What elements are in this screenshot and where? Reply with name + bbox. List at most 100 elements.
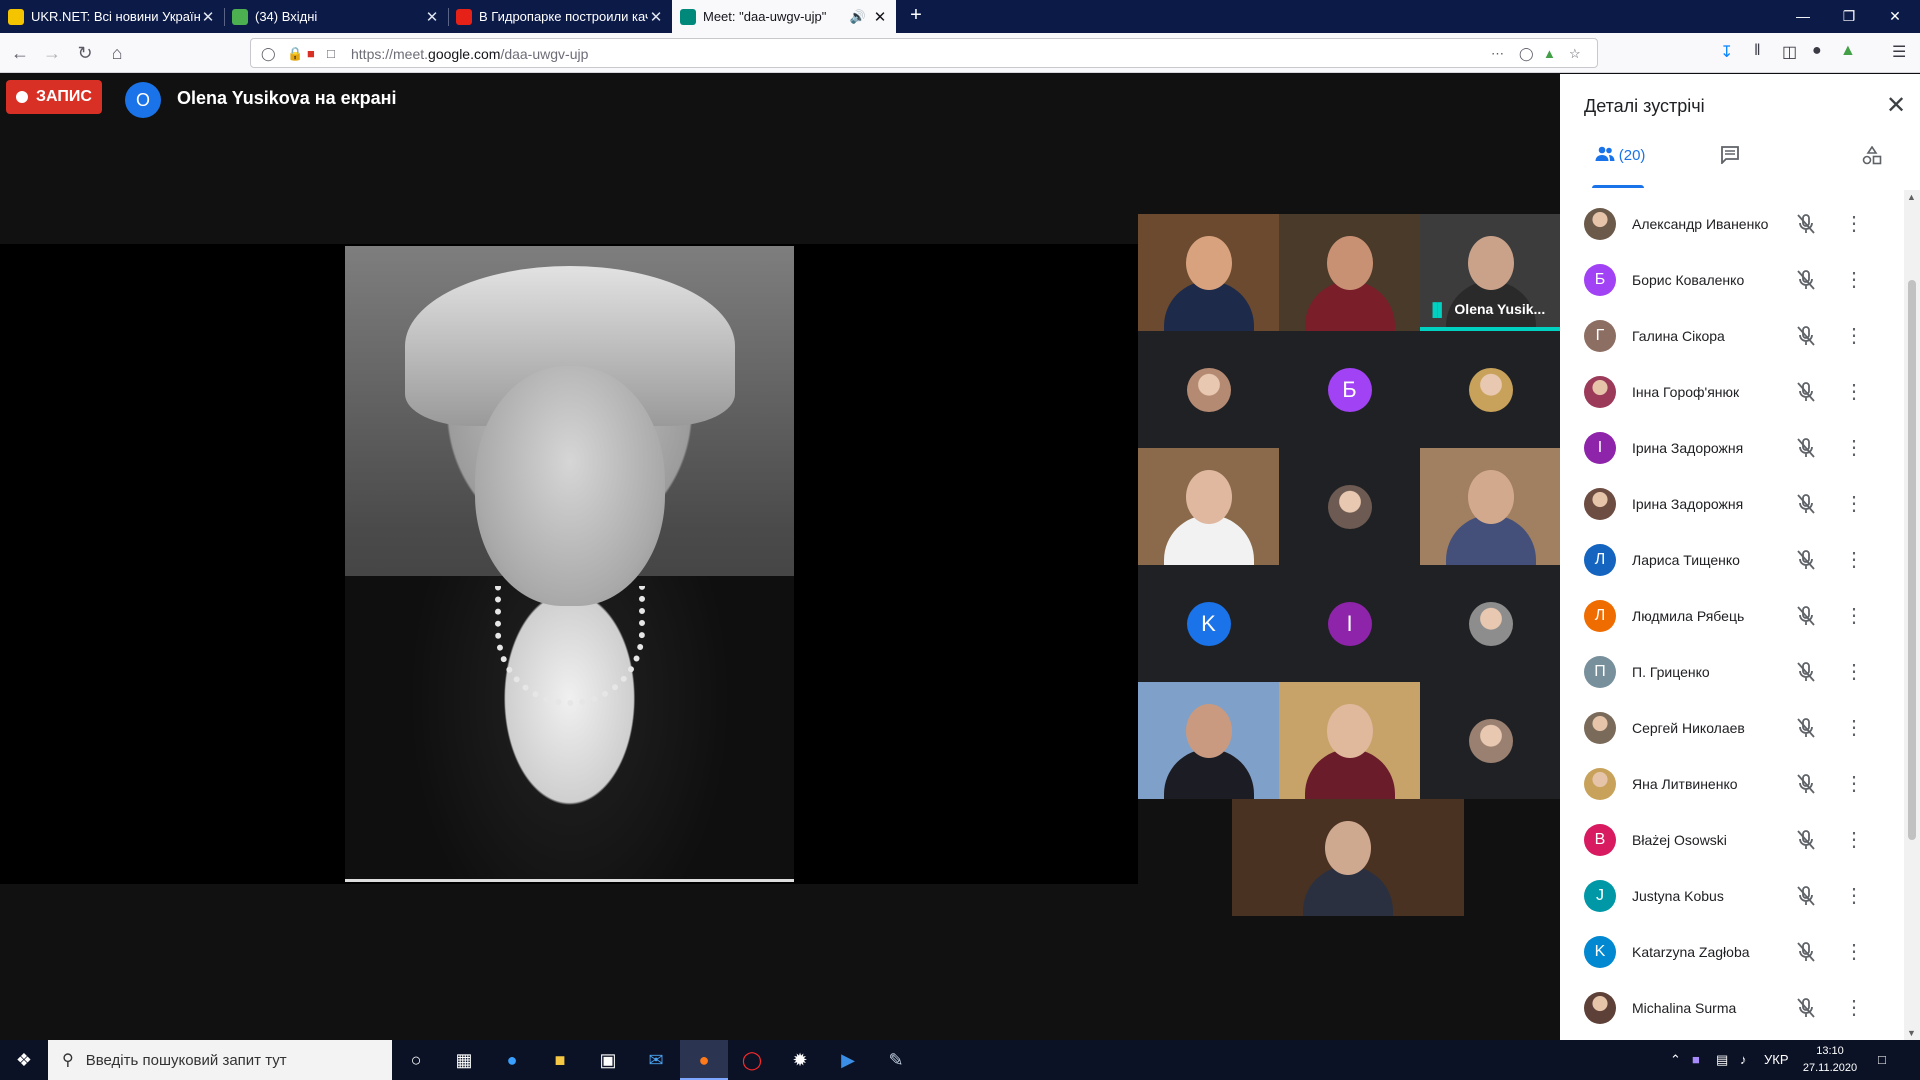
more-options-icon[interactable]: ⋮ [1842,996,1866,1020]
shield-icon[interactable]: ◯ [261,46,276,62]
participant-tile[interactable] [1420,682,1561,799]
participant-tile[interactable] [1138,214,1279,331]
mic-off-icon[interactable] [1794,380,1818,404]
close-panel-icon[interactable]: ✕ [1880,90,1912,122]
tab-audio-icon[interactable]: 🔊 [850,9,866,25]
more-options-icon[interactable]: ⋮ [1842,268,1866,292]
participant-tile[interactable] [1420,565,1561,682]
screen-share-permission-icon[interactable]: □ [327,46,335,61]
participant-row[interactable]: Л Лариса Тищенко ⋮ [1560,532,1904,588]
lock-icon[interactable]: 🔒 [287,46,303,62]
extension-icon[interactable]: ▲ [1840,42,1856,60]
store-icon[interactable]: ▣ [584,1040,632,1080]
firefox-icon[interactable]: ● [680,1040,728,1080]
pocket-icon[interactable]: ◯ [1519,46,1534,62]
settings-app-icon[interactable]: ✹ [776,1040,824,1080]
mic-off-icon[interactable] [1794,436,1818,460]
mic-off-icon[interactable] [1794,660,1818,684]
extension-icon[interactable]: ▲ [1543,46,1556,61]
sidebar-icon[interactable]: ◫ [1782,42,1797,62]
more-options-icon[interactable]: ⋮ [1842,324,1866,348]
participant-list-scrollbar[interactable]: ▲ ▼ [1904,190,1920,1040]
mic-off-icon[interactable] [1794,324,1818,348]
mic-off-icon[interactable] [1794,940,1818,964]
close-window-icon[interactable]: ✕ [1872,0,1918,33]
participant-row[interactable]: Александр Иваненко ⋮ [1560,196,1904,252]
mic-off-icon[interactable] [1794,884,1818,908]
mic-off-icon[interactable] [1794,828,1818,852]
opera-icon[interactable]: ◯ [728,1040,776,1080]
reload-icon[interactable]: ↻ [73,41,97,65]
tab-activities[interactable] [1852,145,1892,186]
downloads-icon[interactable]: ↧ [1720,42,1733,62]
tab-close-icon[interactable]: ✕ [200,8,216,26]
participant-tile[interactable]: І [1279,565,1420,682]
participant-tile[interactable] [1420,448,1561,565]
windows-start-icon[interactable]: ❖ [0,1040,48,1080]
more-options-icon[interactable]: ⋮ [1842,548,1866,572]
more-options-icon[interactable]: ⋮ [1842,940,1866,964]
participant-tile[interactable]: K [1138,565,1279,682]
volume-icon[interactable]: ♪ [1740,1052,1747,1067]
tab-people[interactable]: (20) [1592,146,1648,186]
participant-tile[interactable] [1420,331,1561,448]
presentation-screen[interactable] [0,244,1138,884]
more-options-icon[interactable]: ⋮ [1842,828,1866,852]
bookmark-star-icon[interactable]: ☆ [1569,46,1581,62]
browser-tab[interactable]: (34) Вхідні ✕ [224,0,448,33]
minimize-icon[interactable]: — [1780,0,1826,33]
mic-off-icon[interactable] [1794,604,1818,628]
mail-icon[interactable]: ✉ [632,1040,680,1080]
mic-off-icon[interactable] [1794,772,1818,796]
taskbar-search-box[interactable]: ⚲ Введіть пошуковий запит тут [48,1040,392,1080]
participant-row[interactable]: І Ірина Задорожня ⋮ [1560,420,1904,476]
browser-tab[interactable]: Meet: "daa-uwgv-ujp" 🔊 ✕ [672,0,896,33]
participant-row[interactable]: Б Борис Коваленко ⋮ [1560,252,1904,308]
participant-row[interactable]: Michalina Surma ⋮ [1560,980,1904,1036]
participant-tile[interactable] [1138,331,1279,448]
scrollbar-thumb[interactable] [1908,280,1916,840]
more-options-icon[interactable]: ⋮ [1842,884,1866,908]
participant-row[interactable]: Сергей Николаев ⋮ [1560,700,1904,756]
language-indicator[interactable]: УКР [1764,1052,1789,1067]
mic-off-icon[interactable] [1794,492,1818,516]
file-explorer-icon[interactable]: ■ [536,1040,584,1080]
more-options-icon[interactable]: ⋮ [1842,716,1866,740]
mic-off-icon[interactable] [1794,548,1818,572]
account-icon[interactable]: ● [1812,42,1822,60]
clock[interactable]: 13:10 27.11.2020 [1800,1043,1860,1077]
more-options-icon[interactable]: ⋮ [1842,212,1866,236]
participant-row[interactable]: J Justyna Kobus ⋮ [1560,868,1904,924]
more-options-icon[interactable]: ⋮ [1842,436,1866,460]
paint-icon[interactable]: ✎ [872,1040,920,1080]
more-options-icon[interactable]: ⋮ [1842,492,1866,516]
menu-icon[interactable]: ☰ [1892,42,1906,62]
more-options-icon[interactable]: ⋮ [1842,772,1866,796]
mic-off-icon[interactable] [1794,268,1818,292]
mic-off-icon[interactable] [1794,716,1818,740]
participant-row[interactable]: Інна Гороф'янюк ⋮ [1560,364,1904,420]
library-icon[interactable]: ‖ [1754,42,1761,60]
new-tab-button[interactable]: + [900,0,932,33]
edge-icon[interactable]: ● [488,1040,536,1080]
back-icon[interactable]: ← [8,41,32,65]
mic-off-icon[interactable] [1794,996,1818,1020]
url-bar[interactable]: ◯ 🔒 ■ □ https://meet.google.com/daa-uwgv… [250,38,1598,68]
participant-tile[interactable]: Б [1279,331,1420,448]
participant-row[interactable]: Л Людмила Рябець ⋮ [1560,588,1904,644]
participant-row[interactable]: Яна Литвиненко ⋮ [1560,756,1904,812]
browser-tab[interactable]: UKR.NET: Всі новини України, ✕ [0,0,224,33]
tray-expand-icon[interactable]: ⌃ [1670,1052,1681,1068]
scroll-up-icon[interactable]: ▲ [1907,192,1916,202]
task-view-icon[interactable]: ▦ [440,1040,488,1080]
notifications-icon[interactable]: □ [1878,1052,1886,1067]
cortana-icon[interactable]: ○ [392,1040,440,1080]
restore-icon[interactable]: ❐ [1826,0,1872,33]
more-options-icon[interactable]: ⋮ [1842,380,1866,404]
tab-close-icon[interactable]: ✕ [648,8,664,26]
media-player-icon[interactable]: ▶ [824,1040,872,1080]
home-icon[interactable]: ⌂ [105,41,129,65]
camera-permission-icon[interactable]: ■ [307,46,315,61]
forward-icon[interactable]: → [40,41,64,65]
tab-close-icon[interactable]: ✕ [872,8,888,26]
